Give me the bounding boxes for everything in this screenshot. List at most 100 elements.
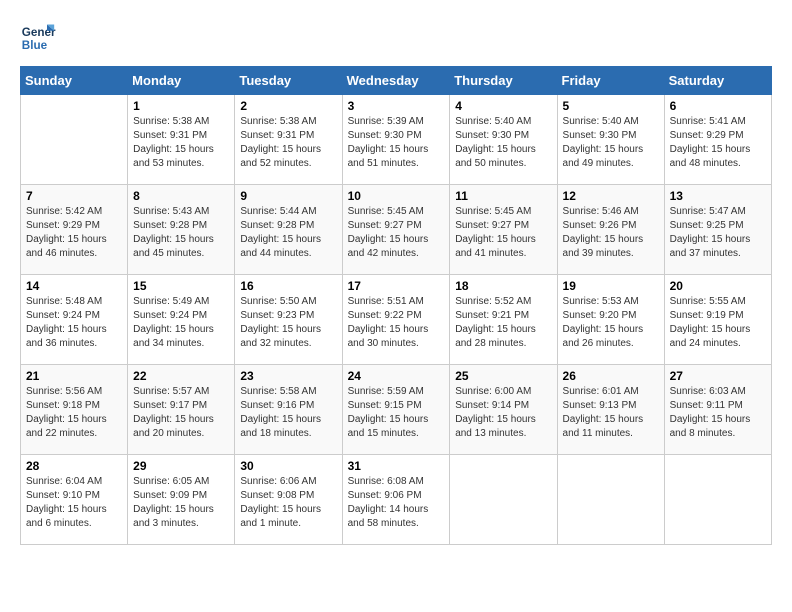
day-number: 27 (670, 369, 766, 383)
weekday-header-monday: Monday (128, 67, 235, 95)
day-cell: 3 Sunrise: 5:39 AMSunset: 9:30 PMDaylight… (342, 95, 450, 185)
day-number: 15 (133, 279, 229, 293)
day-number: 1 (133, 99, 229, 113)
day-number: 11 (455, 189, 551, 203)
day-info: Sunrise: 5:44 AMSunset: 9:28 PMDaylight:… (240, 205, 336, 261)
day-number: 28 (26, 459, 122, 473)
day-number: 23 (240, 369, 336, 383)
day-number: 9 (240, 189, 336, 203)
day-info: Sunrise: 6:01 AMSunset: 9:13 PMDaylight:… (563, 385, 659, 441)
day-number: 18 (455, 279, 551, 293)
day-number: 3 (348, 99, 445, 113)
day-cell: 5 Sunrise: 5:40 AMSunset: 9:30 PMDaylight… (557, 95, 664, 185)
day-info: Sunrise: 5:42 AMSunset: 9:29 PMDaylight:… (26, 205, 122, 261)
day-cell: 18 Sunrise: 5:52 AMSunset: 9:21 PMDayligh… (450, 275, 557, 365)
day-cell: 17Sunrise: 5:51 AMSunset: 9:22 PMDayligh… (342, 275, 450, 365)
day-cell: 14 Sunrise: 5:48 AMSunset: 9:24 PMDayligh… (21, 275, 128, 365)
day-cell: 10 Sunrise: 5:45 AMSunset: 9:27 PMDayligh… (342, 185, 450, 275)
week-row-5: 28 Sunrise: 6:04 AMSunset: 9:10 PMDayligh… (21, 455, 772, 545)
calendar: SundayMondayTuesdayWednesdayThursdayFrid… (20, 66, 772, 545)
weekday-header-thursday: Thursday (450, 67, 557, 95)
day-cell: 6Sunrise: 5:41 AMSunset: 9:29 PMDaylight… (664, 95, 771, 185)
day-number: 14 (26, 279, 122, 293)
day-number: 24 (348, 369, 445, 383)
day-number: 7 (26, 189, 122, 203)
day-number: 19 (563, 279, 659, 293)
day-cell: 20Sunrise: 5:55 AMSunset: 9:19 PMDayligh… (664, 275, 771, 365)
day-cell: 7 Sunrise: 5:42 AMSunset: 9:29 PMDaylight… (21, 185, 128, 275)
day-cell: 8 Sunrise: 5:43 AMSunset: 9:28 PMDaylight… (128, 185, 235, 275)
day-cell: 31 Sunrise: 6:08 AMSunset: 9:06 PMDayligh… (342, 455, 450, 545)
day-cell (21, 95, 128, 185)
day-info: Sunrise: 6:03 AMSunset: 9:11 PMDaylight:… (670, 385, 766, 441)
day-cell (557, 455, 664, 545)
day-info: Sunrise: 5:45 AMSunset: 9:27 PMDaylight:… (348, 205, 445, 261)
day-number: 31 (348, 459, 445, 473)
day-cell: 21 Sunrise: 5:56 AMSunset: 9:18 PMDayligh… (21, 365, 128, 455)
day-info: Sunrise: 5:40 AMSunset: 9:30 PMDaylight:… (563, 115, 659, 171)
day-number: 13 (670, 189, 766, 203)
day-info: Sunrise: 5:56 AMSunset: 9:18 PMDaylight:… (26, 385, 122, 441)
week-row-3: 14 Sunrise: 5:48 AMSunset: 9:24 PMDayligh… (21, 275, 772, 365)
day-cell: 9 Sunrise: 5:44 AMSunset: 9:28 PMDaylight… (235, 185, 342, 275)
day-info: Sunrise: 5:59 AMSunset: 9:15 PMDaylight:… (348, 385, 445, 441)
day-cell: 15 Sunrise: 5:49 AMSunset: 9:24 PMDayligh… (128, 275, 235, 365)
day-info: Sunrise: 6:06 AMSunset: 9:08 PMDaylight:… (240, 475, 336, 531)
day-cell: 19Sunrise: 5:53 AMSunset: 9:20 PMDayligh… (557, 275, 664, 365)
day-number: 29 (133, 459, 229, 473)
day-cell: 29 Sunrise: 6:05 AMSunset: 9:09 PMDayligh… (128, 455, 235, 545)
header: General Blue (20, 20, 772, 56)
day-number: 25 (455, 369, 551, 383)
day-cell: 27 Sunrise: 6:03 AMSunset: 9:11 PMDayligh… (664, 365, 771, 455)
day-info: Sunrise: 5:50 AMSunset: 9:23 PMDaylight:… (240, 295, 336, 351)
svg-text:Blue: Blue (22, 39, 48, 52)
weekday-header-friday: Friday (557, 67, 664, 95)
day-info: Sunrise: 6:04 AMSunset: 9:10 PMDaylight:… (26, 475, 122, 531)
day-cell: 28 Sunrise: 6:04 AMSunset: 9:10 PMDayligh… (21, 455, 128, 545)
day-number: 16 (240, 279, 336, 293)
weekday-header-sunday: Sunday (21, 67, 128, 95)
day-number: 21 (26, 369, 122, 383)
day-number: 26 (563, 369, 659, 383)
day-info: Sunrise: 5:39 AMSunset: 9:30 PMDaylight:… (348, 115, 445, 171)
day-info: Sunrise: 5:49 AMSunset: 9:24 PMDaylight:… (133, 295, 229, 351)
day-info: Sunrise: 5:43 AMSunset: 9:28 PMDaylight:… (133, 205, 229, 261)
day-cell: 23 Sunrise: 5:58 AMSunset: 9:16 PMDayligh… (235, 365, 342, 455)
week-row-4: 21 Sunrise: 5:56 AMSunset: 9:18 PMDayligh… (21, 365, 772, 455)
weekday-header-tuesday: Tuesday (235, 67, 342, 95)
day-cell: 11Sunrise: 5:45 AMSunset: 9:27 PMDayligh… (450, 185, 557, 275)
day-info: Sunrise: 5:47 AMSunset: 9:25 PMDaylight:… (670, 205, 766, 261)
day-cell: 1 Sunrise: 5:38 AMSunset: 9:31 PMDaylight… (128, 95, 235, 185)
day-cell: 30 Sunrise: 6:06 AMSunset: 9:08 PMDayligh… (235, 455, 342, 545)
day-number: 6 (670, 99, 766, 113)
day-number: 10 (348, 189, 445, 203)
day-number: 12 (563, 189, 659, 203)
week-row-2: 7 Sunrise: 5:42 AMSunset: 9:29 PMDaylight… (21, 185, 772, 275)
day-info: Sunrise: 5:38 AMSunset: 9:31 PMDaylight:… (133, 115, 229, 171)
day-info: Sunrise: 5:55 AMSunset: 9:19 PMDaylight:… (670, 295, 766, 351)
day-cell: 12 Sunrise: 5:46 AMSunset: 9:26 PMDayligh… (557, 185, 664, 275)
day-number: 5 (563, 99, 659, 113)
day-info: Sunrise: 5:46 AMSunset: 9:26 PMDaylight:… (563, 205, 659, 261)
day-cell: 4 Sunrise: 5:40 AMSunset: 9:30 PMDaylight… (450, 95, 557, 185)
day-cell: 16 Sunrise: 5:50 AMSunset: 9:23 PMDayligh… (235, 275, 342, 365)
day-number: 17 (348, 279, 445, 293)
day-cell: 22Sunrise: 5:57 AMSunset: 9:17 PMDayligh… (128, 365, 235, 455)
day-info: Sunrise: 5:52 AMSunset: 9:21 PMDaylight:… (455, 295, 551, 351)
day-info: Sunrise: 6:08 AMSunset: 9:06 PMDaylight:… (348, 475, 445, 531)
day-cell (664, 455, 771, 545)
weekday-header-saturday: Saturday (664, 67, 771, 95)
weekday-header-wednesday: Wednesday (342, 67, 450, 95)
day-number: 8 (133, 189, 229, 203)
day-number: 2 (240, 99, 336, 113)
day-info: Sunrise: 5:58 AMSunset: 9:16 PMDaylight:… (240, 385, 336, 441)
day-info: Sunrise: 6:05 AMSunset: 9:09 PMDaylight:… (133, 475, 229, 531)
day-info: Sunrise: 5:40 AMSunset: 9:30 PMDaylight:… (455, 115, 551, 171)
day-number: 22 (133, 369, 229, 383)
day-cell: 25Sunrise: 6:00 AMSunset: 9:14 PMDayligh… (450, 365, 557, 455)
logo-icon: General Blue (20, 20, 56, 56)
day-number: 30 (240, 459, 336, 473)
day-info: Sunrise: 5:48 AMSunset: 9:24 PMDaylight:… (26, 295, 122, 351)
week-row-1: 1 Sunrise: 5:38 AMSunset: 9:31 PMDaylight… (21, 95, 772, 185)
day-number: 4 (455, 99, 551, 113)
